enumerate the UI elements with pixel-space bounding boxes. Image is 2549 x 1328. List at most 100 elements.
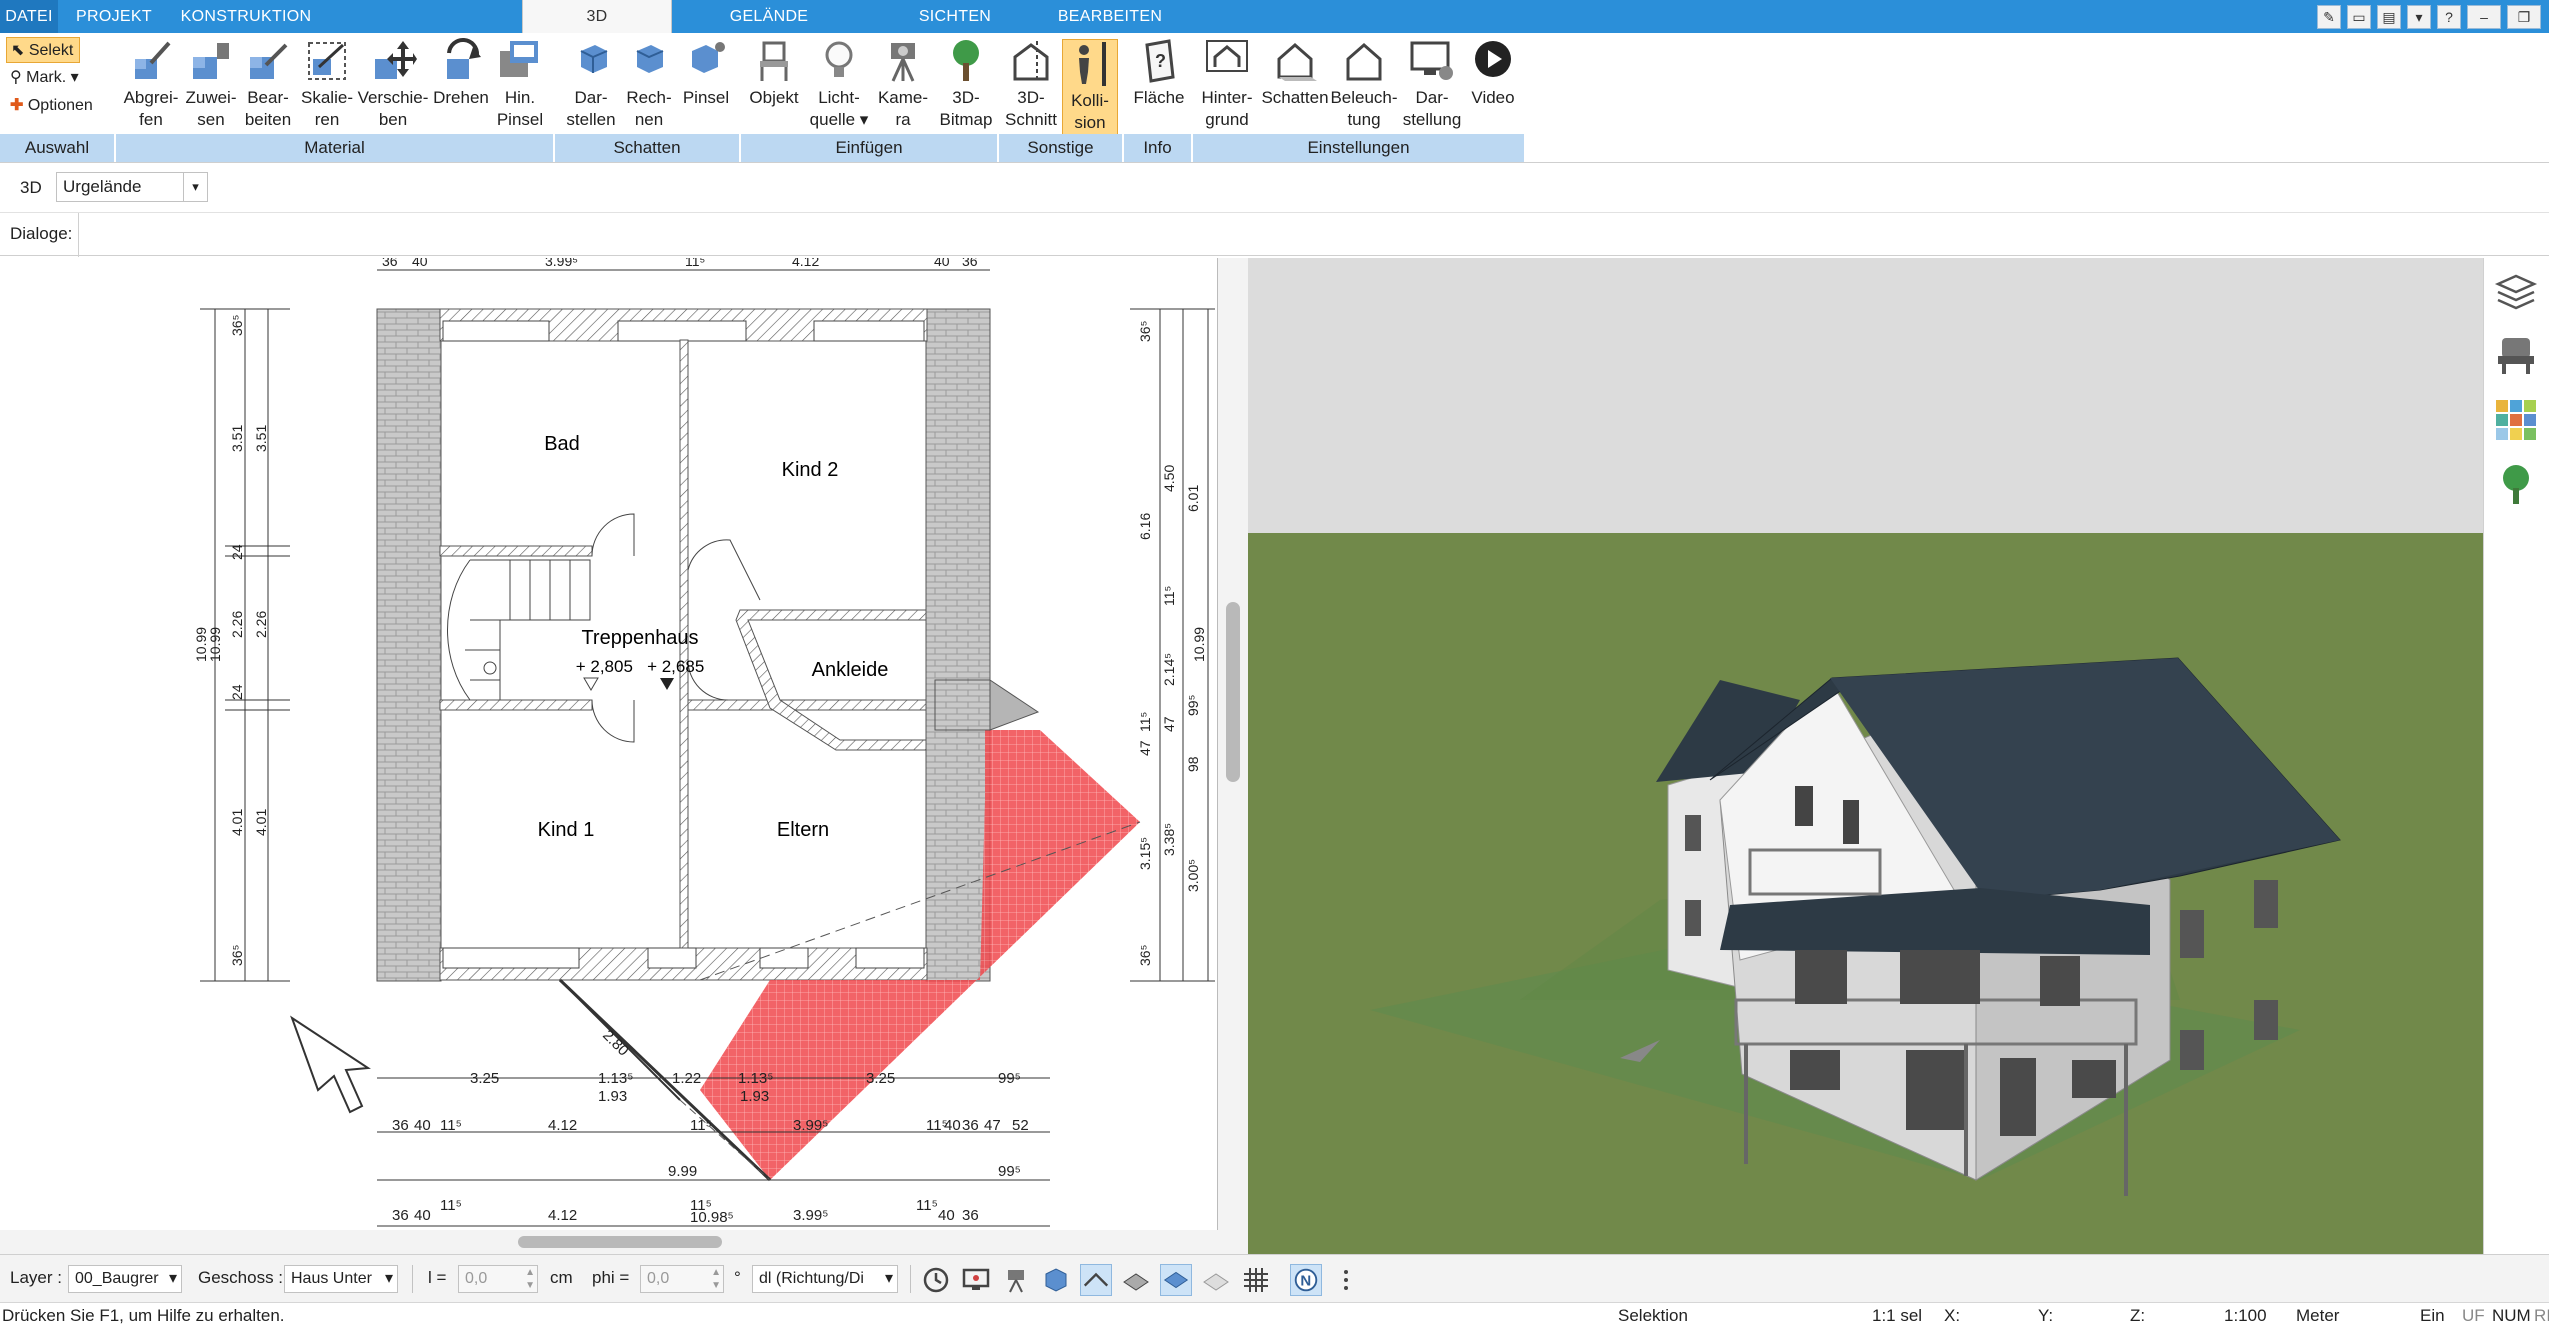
- move-icon: [375, 41, 417, 79]
- monitor-icon[interactable]: [960, 1264, 992, 1296]
- tab-3d[interactable]: 3D: [522, 0, 672, 33]
- svg-text:4.01: 4.01: [229, 809, 245, 836]
- terrain-select[interactable]: Urgelände ▾: [56, 172, 208, 202]
- selection-status: 1:1 sel: [1872, 1306, 1923, 1325]
- tools-icon[interactable]: ✎: [2317, 4, 2341, 29]
- tab-konstruktion[interactable]: KONSTRUKTION: [170, 0, 322, 33]
- svg-text:4.01: 4.01: [253, 809, 269, 836]
- beleuchtung-button[interactable]: Beleuch-tung: [1330, 37, 1398, 131]
- layer-select[interactable]: 00_Baugrer ▾: [68, 1265, 182, 1293]
- svg-text:1.22: 1.22: [672, 1070, 701, 1087]
- video-button[interactable]: Video: [1466, 37, 1520, 109]
- north-arrow-icon: [290, 1015, 371, 1114]
- scroll-thumb[interactable]: [1226, 602, 1240, 782]
- tab-sichten[interactable]: SICHTEN: [876, 0, 1034, 33]
- select-button[interactable]: ⬉ Selekt: [6, 37, 81, 63]
- tab-gelaende[interactable]: GELÄNDE: [690, 0, 848, 33]
- length-input[interactable]: 0,0 ▲ ▼: [458, 1265, 538, 1293]
- clock-icon[interactable]: [920, 1264, 952, 1296]
- 3d-schnitt-button[interactable]: 3D- Schnitt: [1000, 37, 1062, 131]
- camera-view-icon[interactable]: [1000, 1264, 1032, 1296]
- svg-text:3.25: 3.25: [866, 1070, 895, 1087]
- group-info: Info: [1124, 134, 1192, 162]
- svg-text:98: 98: [1185, 756, 1201, 772]
- hintergrund-button[interactable]: Hinter-grund: [1194, 37, 1260, 131]
- zuweisen-button[interactable]: Zuwei-sen: [184, 37, 238, 131]
- schatten-pinsel-button[interactable]: Pinsel: [680, 37, 732, 109]
- wall-west: [376, 308, 442, 982]
- svg-text:3.15⁵: 3.15⁵: [1137, 837, 1153, 870]
- tab-datei[interactable]: DATEI: [0, 0, 58, 33]
- spinner-icon[interactable]: ▲ ▼: [711, 1266, 721, 1292]
- help-icon[interactable]: ?: [2437, 4, 2461, 29]
- scale-status: 1:100: [2224, 1306, 2267, 1325]
- terrain-view-icon[interactable]: [1200, 1264, 1232, 1296]
- 3d-bitmap-button[interactable]: 3D- Bitmap: [934, 37, 998, 131]
- plus-icon: ✚: [10, 97, 28, 114]
- skalieren-button[interactable]: Skalie-ren: [298, 37, 356, 131]
- svg-text:1.13⁵: 1.13⁵: [738, 1070, 773, 1087]
- tab-bearbeiten[interactable]: BEARBEITEN: [1040, 0, 1180, 33]
- abgreifen-button[interactable]: Abgrei-fen: [118, 37, 184, 131]
- help-text: Drücken Sie F1, um Hilfe zu erhalten.: [2, 1306, 285, 1325]
- level-marks: + 2,805 + 2,685: [576, 657, 705, 676]
- minimize-icon[interactable]: –: [2467, 4, 2501, 29]
- grid-icon[interactable]: [1240, 1264, 1272, 1296]
- kollision-button[interactable]: Kolli-sion: [1062, 39, 1118, 135]
- plan-horizontal-scrollbar[interactable]: [0, 1230, 1248, 1254]
- more-options-icon[interactable]: [1330, 1264, 1362, 1296]
- mode-label: 3D: [20, 178, 42, 197]
- lightbulb-icon: [825, 41, 853, 77]
- svg-text:10.99: 10.99: [1191, 627, 1207, 662]
- floor-view-icon[interactable]: [1160, 1264, 1192, 1296]
- verschieben-button[interactable]: Verschie-ben: [356, 37, 430, 131]
- svg-text:3.38⁵: 3.38⁵: [1161, 823, 1177, 856]
- options-button[interactable]: ✚ Optionen: [6, 93, 99, 119]
- layers-icon[interactable]: [2494, 270, 2538, 314]
- num-status: NUM: [2492, 1306, 2531, 1325]
- x-coordinate: X:: [1944, 1306, 1961, 1325]
- plan-vertical-scrollbar[interactable]: [1218, 258, 1248, 1230]
- tab-projekt[interactable]: PROJEKT: [58, 0, 170, 33]
- svg-text:36⁵: 36⁵: [229, 315, 245, 336]
- mark-button[interactable]: ⚲ Mark. ▾: [6, 65, 85, 91]
- copy-icon[interactable]: ▭: [2347, 4, 2371, 29]
- objekt-button[interactable]: Objekt: [744, 37, 804, 109]
- schatten-rechnen-button[interactable]: Rech-nen: [620, 37, 678, 131]
- hin-pinsel-button[interactable]: Hin. Pinsel: [492, 37, 548, 131]
- cube-icon[interactable]: [1040, 1264, 1072, 1296]
- kamera-button[interactable]: Kame-ra: [872, 37, 934, 131]
- restore-icon[interactable]: ❐: [2507, 4, 2541, 29]
- play-icon: [1475, 41, 1511, 77]
- dialogs-label: Dialoge:: [10, 224, 73, 243]
- window-icon[interactable]: ▤: [2377, 4, 2401, 29]
- wall-view-icon[interactable]: [1120, 1264, 1152, 1296]
- direction-select[interactable]: dl (Richtung/Di ▾: [752, 1265, 898, 1293]
- darstellung-button[interactable]: Dar-stellung: [1398, 37, 1466, 131]
- unit-status: Meter: [2296, 1306, 2340, 1325]
- spinner-icon[interactable]: ▲ ▼: [525, 1266, 535, 1292]
- floor-plan-drawing: Bad Kind 2 Treppenhaus + 2,805 + 2,685 A…: [193, 258, 1215, 1227]
- plants-tree-icon[interactable]: [2494, 462, 2538, 506]
- lichtquelle-button[interactable]: Licht-quelle ▾: [806, 37, 872, 131]
- north-toggle-icon[interactable]: N: [1290, 1264, 1322, 1296]
- floor-select[interactable]: Haus Unter ▾: [284, 1265, 398, 1293]
- floor-plan-view[interactable]: Bad Kind 2 Treppenhaus + 2,805 + 2,685 A…: [0, 258, 1218, 1230]
- furniture-icon[interactable]: [2494, 334, 2538, 378]
- schatten-darstellen-button[interactable]: Dar-stellen: [560, 37, 622, 131]
- room-kind2: Kind 2: [782, 459, 839, 481]
- floor-label: Geschoss :: [198, 1268, 284, 1287]
- drehen-button[interactable]: Drehen: [430, 37, 492, 109]
- bearbeiten-button[interactable]: Bear-beiten: [240, 37, 296, 131]
- chevron-down-icon[interactable]: ▾: [183, 173, 207, 201]
- tree-icon: [953, 40, 979, 81]
- einstellungen-schatten-button[interactable]: Schatten: [1260, 37, 1330, 109]
- phi-input[interactable]: 0,0 ▲ ▼: [640, 1265, 724, 1293]
- 3d-view[interactable]: [1248, 258, 2483, 1254]
- menu-tab-bar: DATEI PROJEKT KONSTRUKTION 3D GELÄNDE SI…: [0, 0, 2549, 33]
- scroll-thumb[interactable]: [518, 1236, 722, 1248]
- flaeche-button[interactable]: ? Fläche: [1126, 37, 1192, 109]
- materials-palette-icon[interactable]: [2494, 398, 2538, 442]
- roof-view-icon[interactable]: [1080, 1264, 1112, 1296]
- dropdown-window-icon[interactable]: ▾: [2407, 4, 2431, 29]
